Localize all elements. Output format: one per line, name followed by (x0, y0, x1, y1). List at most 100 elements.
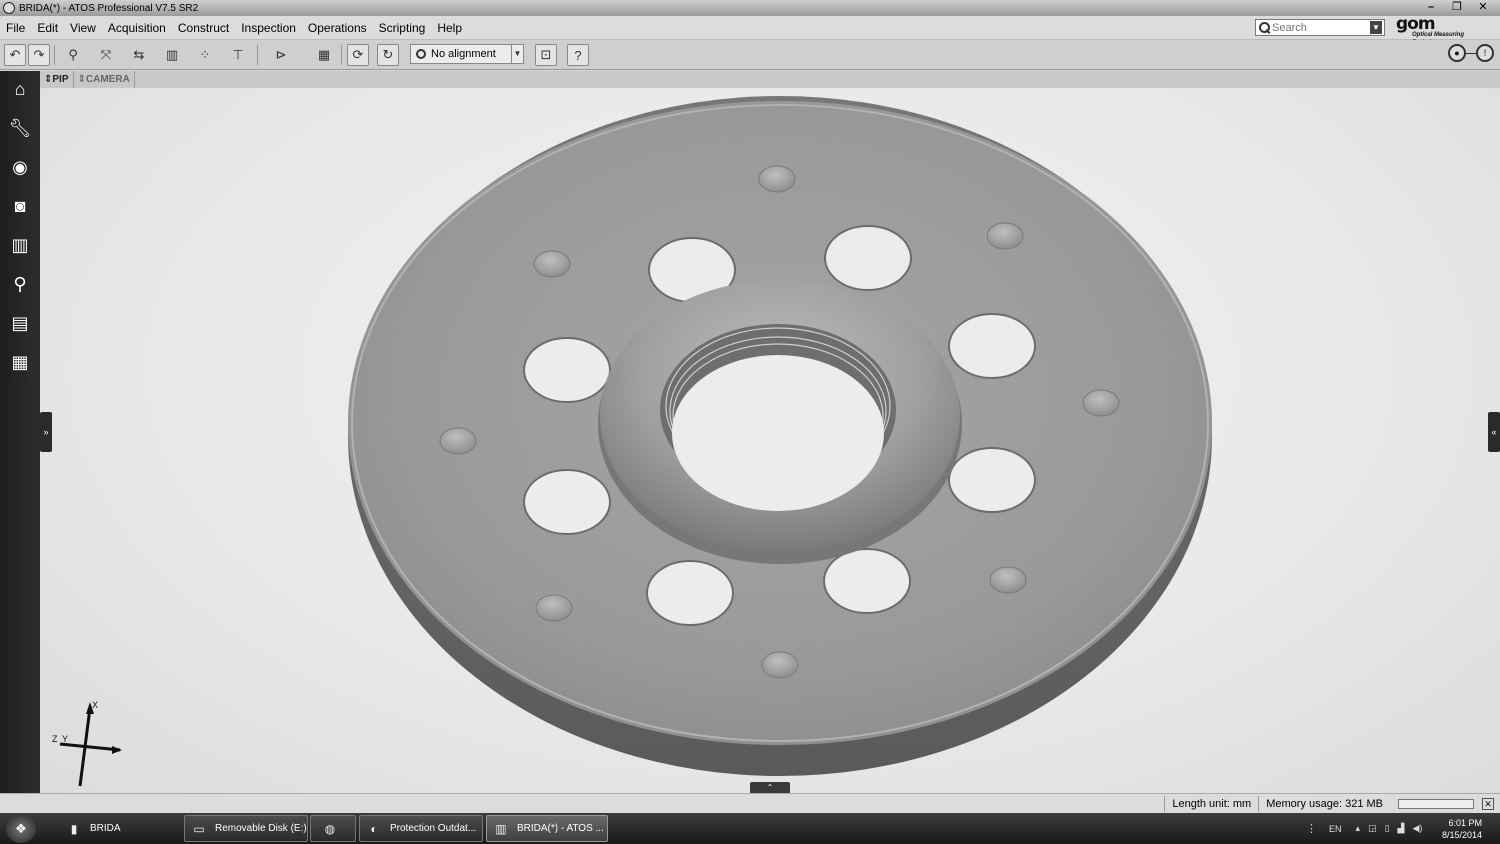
clock-date: 8/15/2014 (1441, 830, 1482, 840)
search-dropdown-icon[interactable]: ▼ (1370, 21, 1382, 34)
menu-file[interactable]: File (0, 21, 31, 35)
volume-icon[interactable]: ◀) (1412, 823, 1422, 834)
status-bar: Length unit: mm Memory usage: 321 MB ✕ (0, 793, 1500, 813)
taskbar-item-atos[interactable]: ▥ BRIDA(*) - ATOS ... (486, 815, 608, 842)
view-tabs: ⇕PIP ⇕CAMERA (40, 71, 1500, 88)
memory-usage-status: Memory usage: 321 MB (1258, 795, 1390, 812)
transform-icon[interactable]: ⇆ (128, 44, 150, 66)
scale-bars-icon[interactable]: ▥ (161, 44, 183, 66)
clock-time: 6:01 PM (1448, 818, 1482, 828)
sensor-icon[interactable]: ◉ (5, 152, 35, 182)
frame-icon[interactable]: ⊤ (227, 44, 249, 66)
search-icon (1258, 21, 1272, 35)
axis-z-label: Z (52, 734, 58, 744)
taskbar-item-protection[interactable]: ◐ Protection Outdat... (359, 815, 483, 842)
report-icon[interactable]: ▤ (5, 308, 35, 338)
menu-scripting[interactable]: Scripting (373, 21, 432, 35)
gom-logo: gom Optical Measuring Techniques (1396, 16, 1498, 47)
taskbar-item-label: BRIDA(*) - ATOS ... (517, 823, 604, 834)
status-close-button[interactable]: ✕ (1482, 797, 1494, 810)
atos-icon: ▥ (495, 821, 507, 836)
menu-operations[interactable]: Operations (302, 21, 373, 35)
chevron-down-icon: ▼ (511, 45, 523, 63)
3d-viewport[interactable]: X Z Y (40, 88, 1500, 793)
expand-bottom-button[interactable]: ⌃ (750, 782, 790, 793)
tab-pip[interactable]: ⇕PIP (40, 71, 74, 88)
tab-camera[interactable]: ⇕CAMERA (74, 71, 135, 88)
camera-icon[interactable]: ◙ (5, 191, 35, 221)
language-indicator[interactable]: EN (1329, 824, 1342, 834)
toolbar-separator (54, 45, 55, 65)
menu-help[interactable]: Help (431, 21, 468, 35)
wrench-icon[interactable]: 🔧︎ (5, 113, 35, 143)
rotate-icon[interactable]: ↻ (377, 44, 399, 66)
maximize-button[interactable]: ❐ (1444, 0, 1470, 14)
search-input[interactable] (1272, 21, 1370, 34)
tab-camera-label: CAMERA (85, 74, 130, 85)
app-icon (3, 2, 15, 14)
taskbar-item-label: Removable Disk (E:) (215, 823, 307, 834)
taskbar-item-label: BRIDA (90, 823, 121, 834)
axis-y-label: Y (62, 734, 68, 744)
toolbar-separator (341, 45, 342, 65)
taskbar-item-firefox[interactable]: ◍ (310, 815, 356, 842)
info-icon[interactable]: ! (1476, 44, 1494, 62)
folder-icon: ▮ (70, 821, 78, 836)
tray-expand-icon[interactable]: ▴ (1356, 823, 1361, 834)
length-unit-status: Length unit: mm (1164, 795, 1258, 812)
zoom-icon[interactable]: ⚲ (5, 269, 35, 299)
record-icon[interactable]: ⊳ (270, 44, 292, 66)
taskbar-item-brida-folder[interactable]: ▮ BRIDA (60, 815, 182, 842)
taskbar-item-label: Protection Outdat... (390, 823, 477, 834)
surface-select-icon[interactable]: ⤧ (95, 44, 117, 66)
firefox-icon: ◍ (324, 821, 336, 836)
alignment-select[interactable]: No alignment ▼ (410, 44, 524, 64)
undo-icon[interactable]: ↶ (4, 44, 26, 66)
probe-icon[interactable]: ● (1448, 44, 1466, 62)
close-button[interactable]: ✕ (1470, 0, 1496, 14)
toolbar: ↶ ↷ ⚲ ⤧ ⇆ ▥ ⁘ ⊤ ⊳ ▦ ⟳ ↻ ⊡ ? (0, 40, 1500, 70)
title-bar: BRIDA(*) - ATOS Professional V7.5 SR2 – … (0, 0, 1500, 16)
menu-view[interactable]: View (64, 21, 102, 35)
points-icon[interactable]: ⁘ (194, 44, 216, 66)
taskbar-item-removable-disk[interactable]: ▭ Removable Disk (E:) (184, 815, 308, 842)
alignment-ring-icon (416, 49, 426, 59)
expand-right-button[interactable]: « (1488, 412, 1500, 452)
scale-icon[interactable]: ▥ (5, 230, 35, 260)
right-tools: ● ! (1448, 44, 1494, 62)
point-select-icon[interactable]: ⚲ (62, 44, 84, 66)
shield-icon: ◐ (370, 821, 378, 836)
window-title: BRIDA(*) - ATOS Professional V7.5 SR2 (19, 2, 199, 14)
redo-icon[interactable]: ↷ (28, 44, 50, 66)
toolbar-separator (257, 45, 258, 65)
alignment-label: No alignment (431, 48, 496, 60)
system-tray: ⋮ EN ▴ ◲ ▯ ▟ ◀) 6:01 PM 8/15/2014 (1300, 813, 1500, 844)
axis-triad: X Z Y (52, 700, 122, 787)
expand-left-button[interactable]: » (40, 412, 52, 452)
battery-icon[interactable]: ▯ (1385, 823, 1390, 834)
menu-acquisition[interactable]: Acquisition (102, 21, 172, 35)
home-icon[interactable]: ⌂ (5, 74, 35, 104)
taskbar: ❖ ▮ BRIDA ▭ Removable Disk (E:) ◍ ◐ Prot… (0, 813, 1500, 844)
help-button[interactable]: ? (567, 44, 589, 66)
menu-edit[interactable]: Edit (31, 21, 64, 35)
signal-icon[interactable]: ▟ (1398, 823, 1405, 834)
minimize-button[interactable]: – (1418, 0, 1444, 14)
clock[interactable]: 6:01 PM 8/15/2014 (1442, 817, 1482, 841)
axis-x-label: X (92, 700, 98, 710)
tab-pip-label: PIP (52, 74, 69, 85)
tray-grip-icon: ⋮ (1306, 823, 1317, 835)
network-icon[interactable]: ◲ (1368, 823, 1377, 834)
start-button[interactable]: ❖ (6, 815, 36, 843)
menu-construct[interactable]: Construct (172, 21, 235, 35)
grid-icon[interactable]: ▦ (5, 347, 35, 377)
progress-bar (1398, 798, 1474, 809)
menu-inspection[interactable]: Inspection (235, 21, 302, 35)
search-box: ▼ (1255, 19, 1385, 36)
checker-icon[interactable]: ▦ (313, 44, 335, 66)
refresh-icon[interactable]: ⟳ (347, 44, 369, 66)
window-controls: – ❐ ✕ (1418, 0, 1496, 14)
align-icon[interactable]: ⊡ (535, 44, 557, 66)
connector-line (1466, 52, 1476, 54)
center-bore (672, 355, 884, 511)
